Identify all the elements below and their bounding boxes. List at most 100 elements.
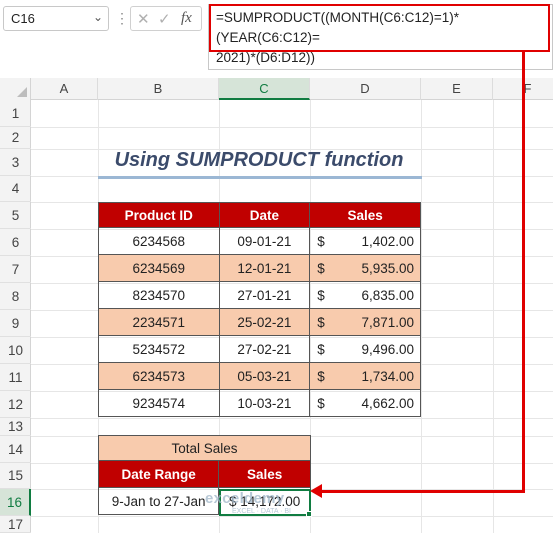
row-header-17[interactable]: 17 — [0, 516, 31, 533]
table-row: 2234571 25-02-21 $7,871.00 — [98, 308, 421, 336]
sales-cell[interactable]: $1,734.00 — [309, 362, 421, 390]
formula-buttons: ✕ ✓ fx — [130, 6, 202, 31]
select-all-corner[interactable] — [0, 78, 31, 100]
col-header-d[interactable]: D — [310, 78, 421, 100]
row-header-13[interactable]: 13 — [0, 418, 31, 436]
row-header-16[interactable]: 16 — [0, 489, 31, 516]
row-header-15[interactable]: 15 — [0, 463, 31, 489]
sales-cell[interactable]: $5,935.00 — [309, 254, 421, 282]
sales-value: $7,871.00 — [310, 315, 420, 330]
currency-symbol: $ — [317, 233, 325, 249]
annotation-arrowhead — [310, 484, 322, 498]
enter-icon[interactable]: ✓ — [158, 10, 171, 28]
sales-value: $1,734.00 — [310, 369, 420, 384]
formula-highlight-box — [209, 4, 550, 52]
product-id-cell[interactable]: 2234571 — [98, 308, 220, 336]
sales-value: $4,662.00 — [310, 396, 420, 411]
row-header-8[interactable]: 8 — [0, 283, 31, 310]
header-date[interactable]: Date — [218, 202, 311, 228]
currency-symbol: $ — [317, 287, 325, 303]
cancel-icon[interactable]: ✕ — [137, 10, 150, 28]
currency-symbol: $ — [317, 260, 325, 276]
date-cell[interactable]: 12-01-21 — [218, 254, 311, 282]
table-row: 6234568 09-01-21 $1,402.00 — [98, 227, 421, 255]
product-id-cell[interactable]: 8234570 — [98, 281, 220, 309]
row-header-2[interactable]: 2 — [0, 127, 31, 149]
row-header-11[interactable]: 11 — [0, 364, 31, 391]
header-date-range[interactable]: Date Range — [97, 460, 220, 488]
sales-cell[interactable]: $9,496.00 — [309, 335, 421, 363]
product-id-cell[interactable]: 5234572 — [98, 335, 220, 363]
col-header-e[interactable]: E — [421, 78, 493, 100]
sales-amount: 9,496.00 — [361, 341, 414, 357]
col-header-c[interactable]: C — [219, 78, 310, 100]
name-box-value: C16 — [11, 11, 35, 26]
col-header-b[interactable]: B — [98, 78, 219, 100]
title-underline — [98, 176, 422, 179]
row-header-12[interactable]: 12 — [0, 391, 31, 418]
header-summary-sales[interactable]: Sales — [218, 460, 311, 488]
row-headers: 1 2 3 4 5 6 7 8 9 10 11 12 13 14 15 16 17 — [0, 100, 31, 533]
gridline — [493, 100, 494, 533]
product-id-cell[interactable]: 6234568 — [98, 227, 220, 255]
sales-cell[interactable]: $7,871.00 — [309, 308, 421, 336]
sales-amount: 6,835.00 — [361, 287, 414, 303]
date-range-cell[interactable]: 9-Jan to 27-Jan — [97, 487, 220, 515]
table-row: 6234569 12-01-21 $5,935.00 — [98, 254, 421, 282]
row-header-3[interactable]: 3 — [0, 149, 31, 176]
sales-cell[interactable]: $1,402.00 — [309, 227, 421, 255]
chevron-down-icon[interactable]: ⌄ — [93, 10, 103, 24]
sales-amount: 1,402.00 — [361, 233, 414, 249]
gridline — [31, 127, 553, 128]
sales-amount: 1,734.00 — [361, 368, 414, 384]
row-header-10[interactable]: 10 — [0, 337, 31, 364]
table-row: 8234570 27-01-21 $6,835.00 — [98, 281, 421, 309]
currency-symbol: $ — [317, 341, 325, 357]
fill-handle[interactable] — [306, 511, 312, 517]
row-header-6[interactable]: 6 — [0, 229, 31, 256]
product-id-cell[interactable]: 9234574 — [98, 389, 220, 417]
sales-value: $5,935.00 — [310, 261, 420, 276]
sales-amount: 7,871.00 — [361, 314, 414, 330]
sales-cell[interactable]: $6,835.00 — [309, 281, 421, 309]
sales-amount: 4,662.00 — [361, 395, 414, 411]
row-header-5[interactable]: 5 — [0, 202, 31, 229]
sales-value: $6,835.00 — [310, 288, 420, 303]
table-row: 9234574 10-03-21 $4,662.00 — [98, 389, 421, 417]
insert-function-icon[interactable]: fx — [181, 10, 192, 27]
date-cell[interactable]: 27-02-21 — [218, 335, 311, 363]
watermark-logo: exceldemy — [205, 490, 285, 507]
name-box[interactable]: C16 ⌄ — [3, 6, 109, 31]
date-cell[interactable]: 10-03-21 — [218, 389, 311, 417]
gridline — [421, 100, 422, 533]
more-options-icon[interactable]: ⋮ — [115, 9, 129, 27]
table-row: 5234572 27-02-21 $9,496.00 — [98, 335, 421, 363]
annotation-arrow-vertical — [522, 52, 525, 492]
header-product-id[interactable]: Product ID — [98, 202, 220, 228]
sales-table: Product ID Date Sales 6234568 09-01-21 $1,… — [98, 202, 421, 417]
total-sales-title[interactable]: Total Sales — [98, 435, 311, 461]
sales-cell[interactable]: $4,662.00 — [309, 389, 421, 417]
product-id-cell[interactable]: 6234573 — [98, 362, 220, 390]
sheet-title: Using SUMPRODUCT function — [114, 149, 404, 171]
date-cell[interactable]: 05-03-21 — [218, 362, 311, 390]
row-header-14[interactable]: 14 — [0, 436, 31, 463]
col-header-a[interactable]: A — [31, 78, 98, 100]
date-cell[interactable]: 27-01-21 — [218, 281, 311, 309]
sales-value: $9,496.00 — [310, 342, 420, 357]
gridline — [31, 516, 553, 517]
date-cell[interactable]: 25-02-21 — [218, 308, 311, 336]
header-sales[interactable]: Sales — [309, 202, 421, 228]
gridline — [31, 418, 553, 419]
date-cell[interactable]: 09-01-21 — [218, 227, 311, 255]
annotation-arrow-horizontal — [320, 490, 525, 493]
row-header-4[interactable]: 4 — [0, 176, 31, 202]
currency-symbol: $ — [317, 314, 325, 330]
row-header-1[interactable]: 1 — [0, 100, 31, 127]
currency-symbol: $ — [317, 368, 325, 384]
row-header-9[interactable]: 9 — [0, 310, 31, 337]
product-id-cell[interactable]: 6234569 — [98, 254, 220, 282]
sales-amount: 5,935.00 — [361, 260, 414, 276]
sales-value: $1,402.00 — [310, 234, 420, 249]
row-header-7[interactable]: 7 — [0, 256, 31, 283]
